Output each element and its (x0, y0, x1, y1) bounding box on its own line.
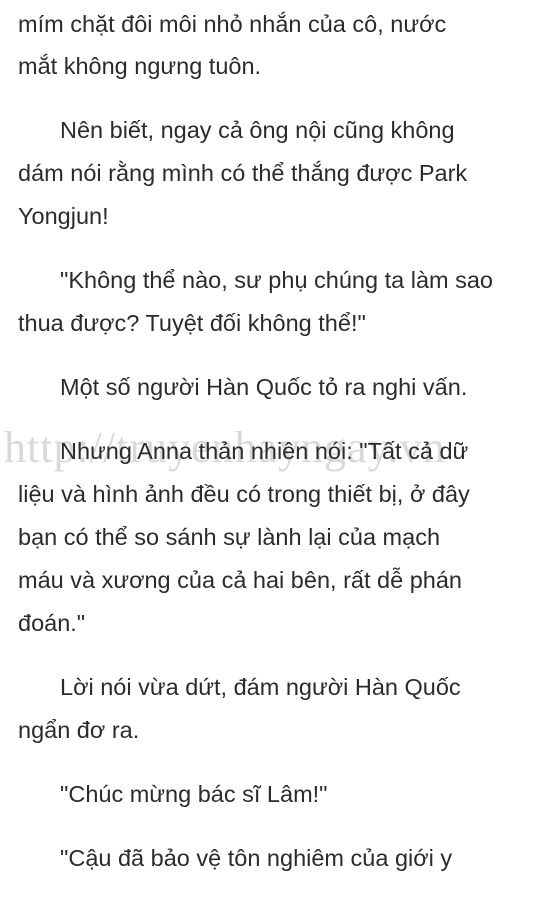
text-line-16: "Chúc mừng bác sĩ Lâm!" (60, 781, 328, 807)
text-line-17: "Cậu đã bảo vệ tôn nghiêm của giới y (60, 845, 453, 871)
text-line-11: bạn có thể so sánh sự lành lại của mạch (18, 524, 441, 550)
text-line-12: máu và xương của cả hai bên, rất dễ phán (18, 567, 462, 593)
text-line-15: ngẩn đơ ra. (18, 717, 140, 743)
text-line-13: đoán." (18, 610, 86, 636)
text-line-14: Lời nói vừa dứt, đám người Hàn Quốc (60, 674, 461, 700)
text-line-6: "Không thể nào, sư phụ chúng ta làm sao (60, 267, 494, 293)
text-line-8: Một số người Hàn Quốc tỏ ra nghi vấn. (60, 374, 468, 400)
text-line-5: Yongjun! (18, 203, 109, 229)
text-line-1: mím chặt đôi môi nhỏ nhắn của cô, nước (18, 11, 447, 37)
text-line-7: thua được? Tuyệt đối không thể!" (18, 310, 366, 336)
text-line-10: liệu và hình ảnh đều có trong thiết bị, … (18, 481, 470, 507)
text-line-2: mắt không ngưng tuôn. (18, 53, 262, 79)
text-line-3: Nên biết, ngay cả ông nội cũng không (60, 117, 455, 143)
text-line-4: dám nói rằng mình có thể thắng được Park (18, 160, 468, 186)
reading-page: mím chặt đôi môi nhỏ nhắn của cô, nước m… (0, 0, 540, 900)
text-line-9: Nhưng Anna thản nhiên nói: "Tất cả dữ (60, 438, 469, 464)
